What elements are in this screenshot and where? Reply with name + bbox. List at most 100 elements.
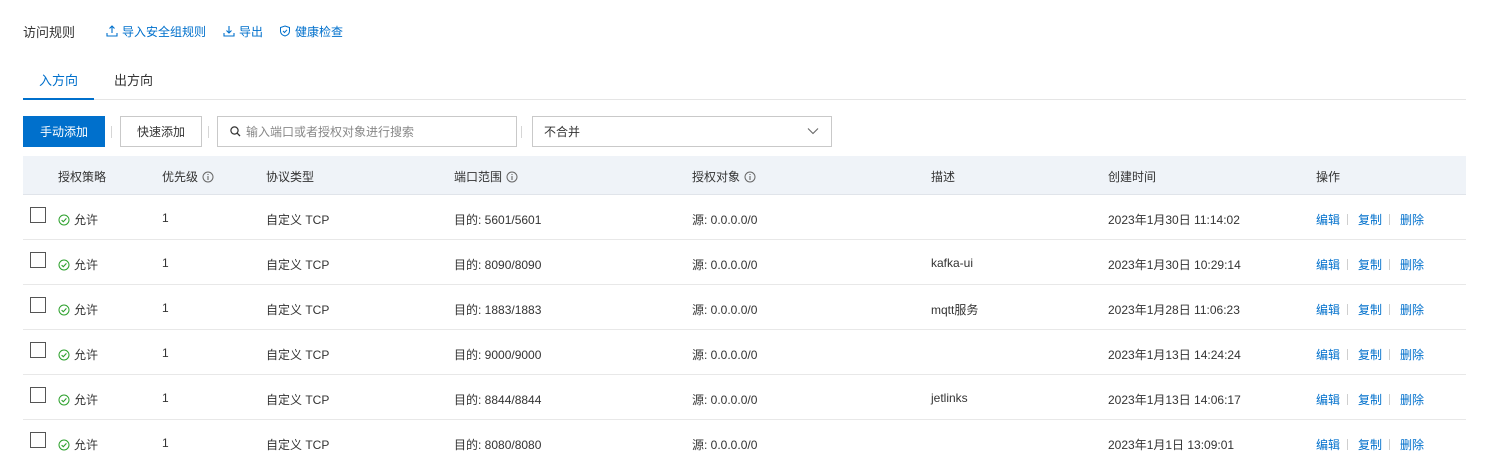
- download-icon: [223, 26, 235, 37]
- table-row: 允许 1 自定义 TCP 目的: 1883/1883 源: 0.0.0.0/0 mqtt服…: [23, 285, 1466, 330]
- edit-link[interactable]: 编辑: [1316, 256, 1340, 273]
- copy-link[interactable]: 复制: [1358, 346, 1382, 363]
- row-checkbox[interactable]: [30, 342, 46, 358]
- divider: [1389, 349, 1391, 360]
- column-header-label: 授权策略: [58, 170, 107, 184]
- priority-cell: 1: [162, 211, 169, 225]
- divider: [1389, 259, 1391, 270]
- copy-link[interactable]: 复制: [1358, 391, 1382, 408]
- quick-add-button[interactable]: 快速添加: [120, 116, 202, 147]
- tab-inbound[interactable]: 入方向: [22, 70, 95, 100]
- source-cell: 源: 0.0.0.0/0: [692, 303, 758, 317]
- copy-link[interactable]: 复制: [1358, 301, 1382, 318]
- row-checkbox[interactable]: [30, 387, 46, 403]
- import-rules-link[interactable]: 导入安全组规则: [106, 23, 206, 40]
- policy-label: 允许: [74, 393, 99, 407]
- delete-link[interactable]: 删除: [1400, 391, 1424, 408]
- edit-link[interactable]: 编辑: [1316, 436, 1340, 451]
- manual-add-button[interactable]: 手动添加: [23, 116, 105, 147]
- protocol-cell: 自定义 TCP: [266, 213, 330, 227]
- policy-cell: 允许: [58, 211, 98, 228]
- policy-label: 允许: [74, 303, 99, 317]
- health-check-link[interactable]: 健康检查: [279, 23, 343, 40]
- row-checkbox[interactable]: [30, 432, 46, 448]
- row-actions: 编辑 复制 删除: [1316, 391, 1424, 408]
- table-row: 允许 1 自定义 TCP 目的: 8844/8844 源: 0.0.0.0/0 jetli…: [23, 375, 1466, 420]
- search-box[interactable]: [217, 116, 517, 147]
- check-circle-icon: [58, 349, 70, 360]
- created-time-cell: 2023年1月28日 11:06:23: [1108, 303, 1240, 317]
- column-header-protocol: 协议类型: [266, 168, 314, 185]
- protocol-cell: 自定义 TCP: [266, 303, 330, 317]
- divider: [1389, 439, 1391, 450]
- protocol-cell: 自定义 TCP: [266, 348, 330, 362]
- copy-link[interactable]: 复制: [1358, 256, 1382, 273]
- delete-link[interactable]: 删除: [1400, 211, 1424, 228]
- divider: [1347, 214, 1349, 225]
- copy-link[interactable]: 复制: [1358, 436, 1382, 451]
- port-range-cell: 目的: 8080/8080: [454, 438, 542, 451]
- search-input[interactable]: [246, 124, 506, 139]
- info-icon[interactable]: [744, 171, 756, 183]
- row-checkbox[interactable]: [30, 207, 46, 223]
- priority-cell: 1: [162, 256, 169, 270]
- column-header-source: 授权对象: [692, 168, 756, 185]
- table-header: 授权策略 优先级 协议类型 端口范围 授权对象 描述 创建时间 操作: [23, 156, 1466, 195]
- column-header-policy: 授权策略: [58, 168, 106, 185]
- divider: [1389, 214, 1391, 225]
- protocol-cell: 自定义 TCP: [266, 438, 330, 451]
- export-link[interactable]: 导出: [223, 23, 263, 40]
- row-actions: 编辑 复制 删除: [1316, 436, 1424, 451]
- check-circle-icon: [58, 394, 70, 405]
- edit-link[interactable]: 编辑: [1316, 211, 1340, 228]
- edit-link[interactable]: 编辑: [1316, 301, 1340, 318]
- divider: [1389, 304, 1391, 315]
- created-time-cell: 2023年1月1日 13:09:01: [1108, 438, 1235, 451]
- description-cell: kafka-ui: [931, 256, 974, 270]
- priority-cell: 1: [162, 301, 169, 315]
- column-header-created: 创建时间: [1108, 168, 1156, 185]
- source-cell: 源: 0.0.0.0/0: [692, 393, 758, 407]
- info-icon[interactable]: [202, 171, 214, 183]
- row-checkbox[interactable]: [30, 252, 46, 268]
- protocol-cell: 自定义 TCP: [266, 258, 330, 272]
- check-circle-icon: [58, 214, 70, 225]
- priority-cell: 1: [162, 346, 169, 360]
- info-icon[interactable]: [506, 171, 518, 183]
- policy-cell: 允许: [58, 436, 98, 451]
- toolbar: 手动添加 快速添加 不合并: [23, 116, 843, 148]
- divider: [1347, 259, 1349, 270]
- column-header-label: 优先级: [162, 170, 199, 184]
- row-actions: 编辑 复制 删除: [1316, 301, 1424, 318]
- chevron-down-icon: [807, 128, 819, 135]
- table-row: 允许 1 自定义 TCP 目的: 9000/9000 源: 0.0.0.0/0 2023年…: [23, 330, 1466, 375]
- divider: [1347, 394, 1349, 405]
- page-title: 访问规则: [23, 24, 76, 40]
- port-range-cell: 目的: 1883/1883: [454, 303, 542, 317]
- delete-link[interactable]: 删除: [1400, 256, 1424, 273]
- tab-outbound[interactable]: 出方向: [114, 70, 153, 99]
- edit-link[interactable]: 编辑: [1316, 346, 1340, 363]
- divider: [1347, 439, 1349, 450]
- divider: [1347, 304, 1349, 315]
- column-header-label: 创建时间: [1108, 170, 1157, 184]
- check-circle-icon: [58, 304, 70, 315]
- divider: [521, 126, 522, 138]
- column-header-port: 端口范围: [454, 168, 518, 185]
- delete-link[interactable]: 删除: [1400, 436, 1424, 451]
- table-row: 允许 1 自定义 TCP 目的: 8080/8080 源: 0.0.0.0/0 2023年…: [23, 420, 1466, 451]
- delete-link[interactable]: 删除: [1400, 346, 1424, 363]
- policy-cell: 允许: [58, 346, 98, 363]
- row-checkbox[interactable]: [30, 297, 46, 313]
- delete-link[interactable]: 删除: [1400, 301, 1424, 318]
- copy-link[interactable]: 复制: [1358, 211, 1382, 228]
- edit-link[interactable]: 编辑: [1316, 391, 1340, 408]
- merge-select[interactable]: 不合并: [532, 116, 832, 147]
- divider: [1389, 394, 1391, 405]
- export-label: 导出: [239, 24, 264, 39]
- column-header-actions: 操作: [1316, 168, 1340, 185]
- search-icon: [230, 126, 241, 137]
- row-actions: 编辑 复制 删除: [1316, 346, 1424, 363]
- divider: [208, 126, 209, 138]
- import-rules-label: 导入安全组规则: [122, 24, 207, 39]
